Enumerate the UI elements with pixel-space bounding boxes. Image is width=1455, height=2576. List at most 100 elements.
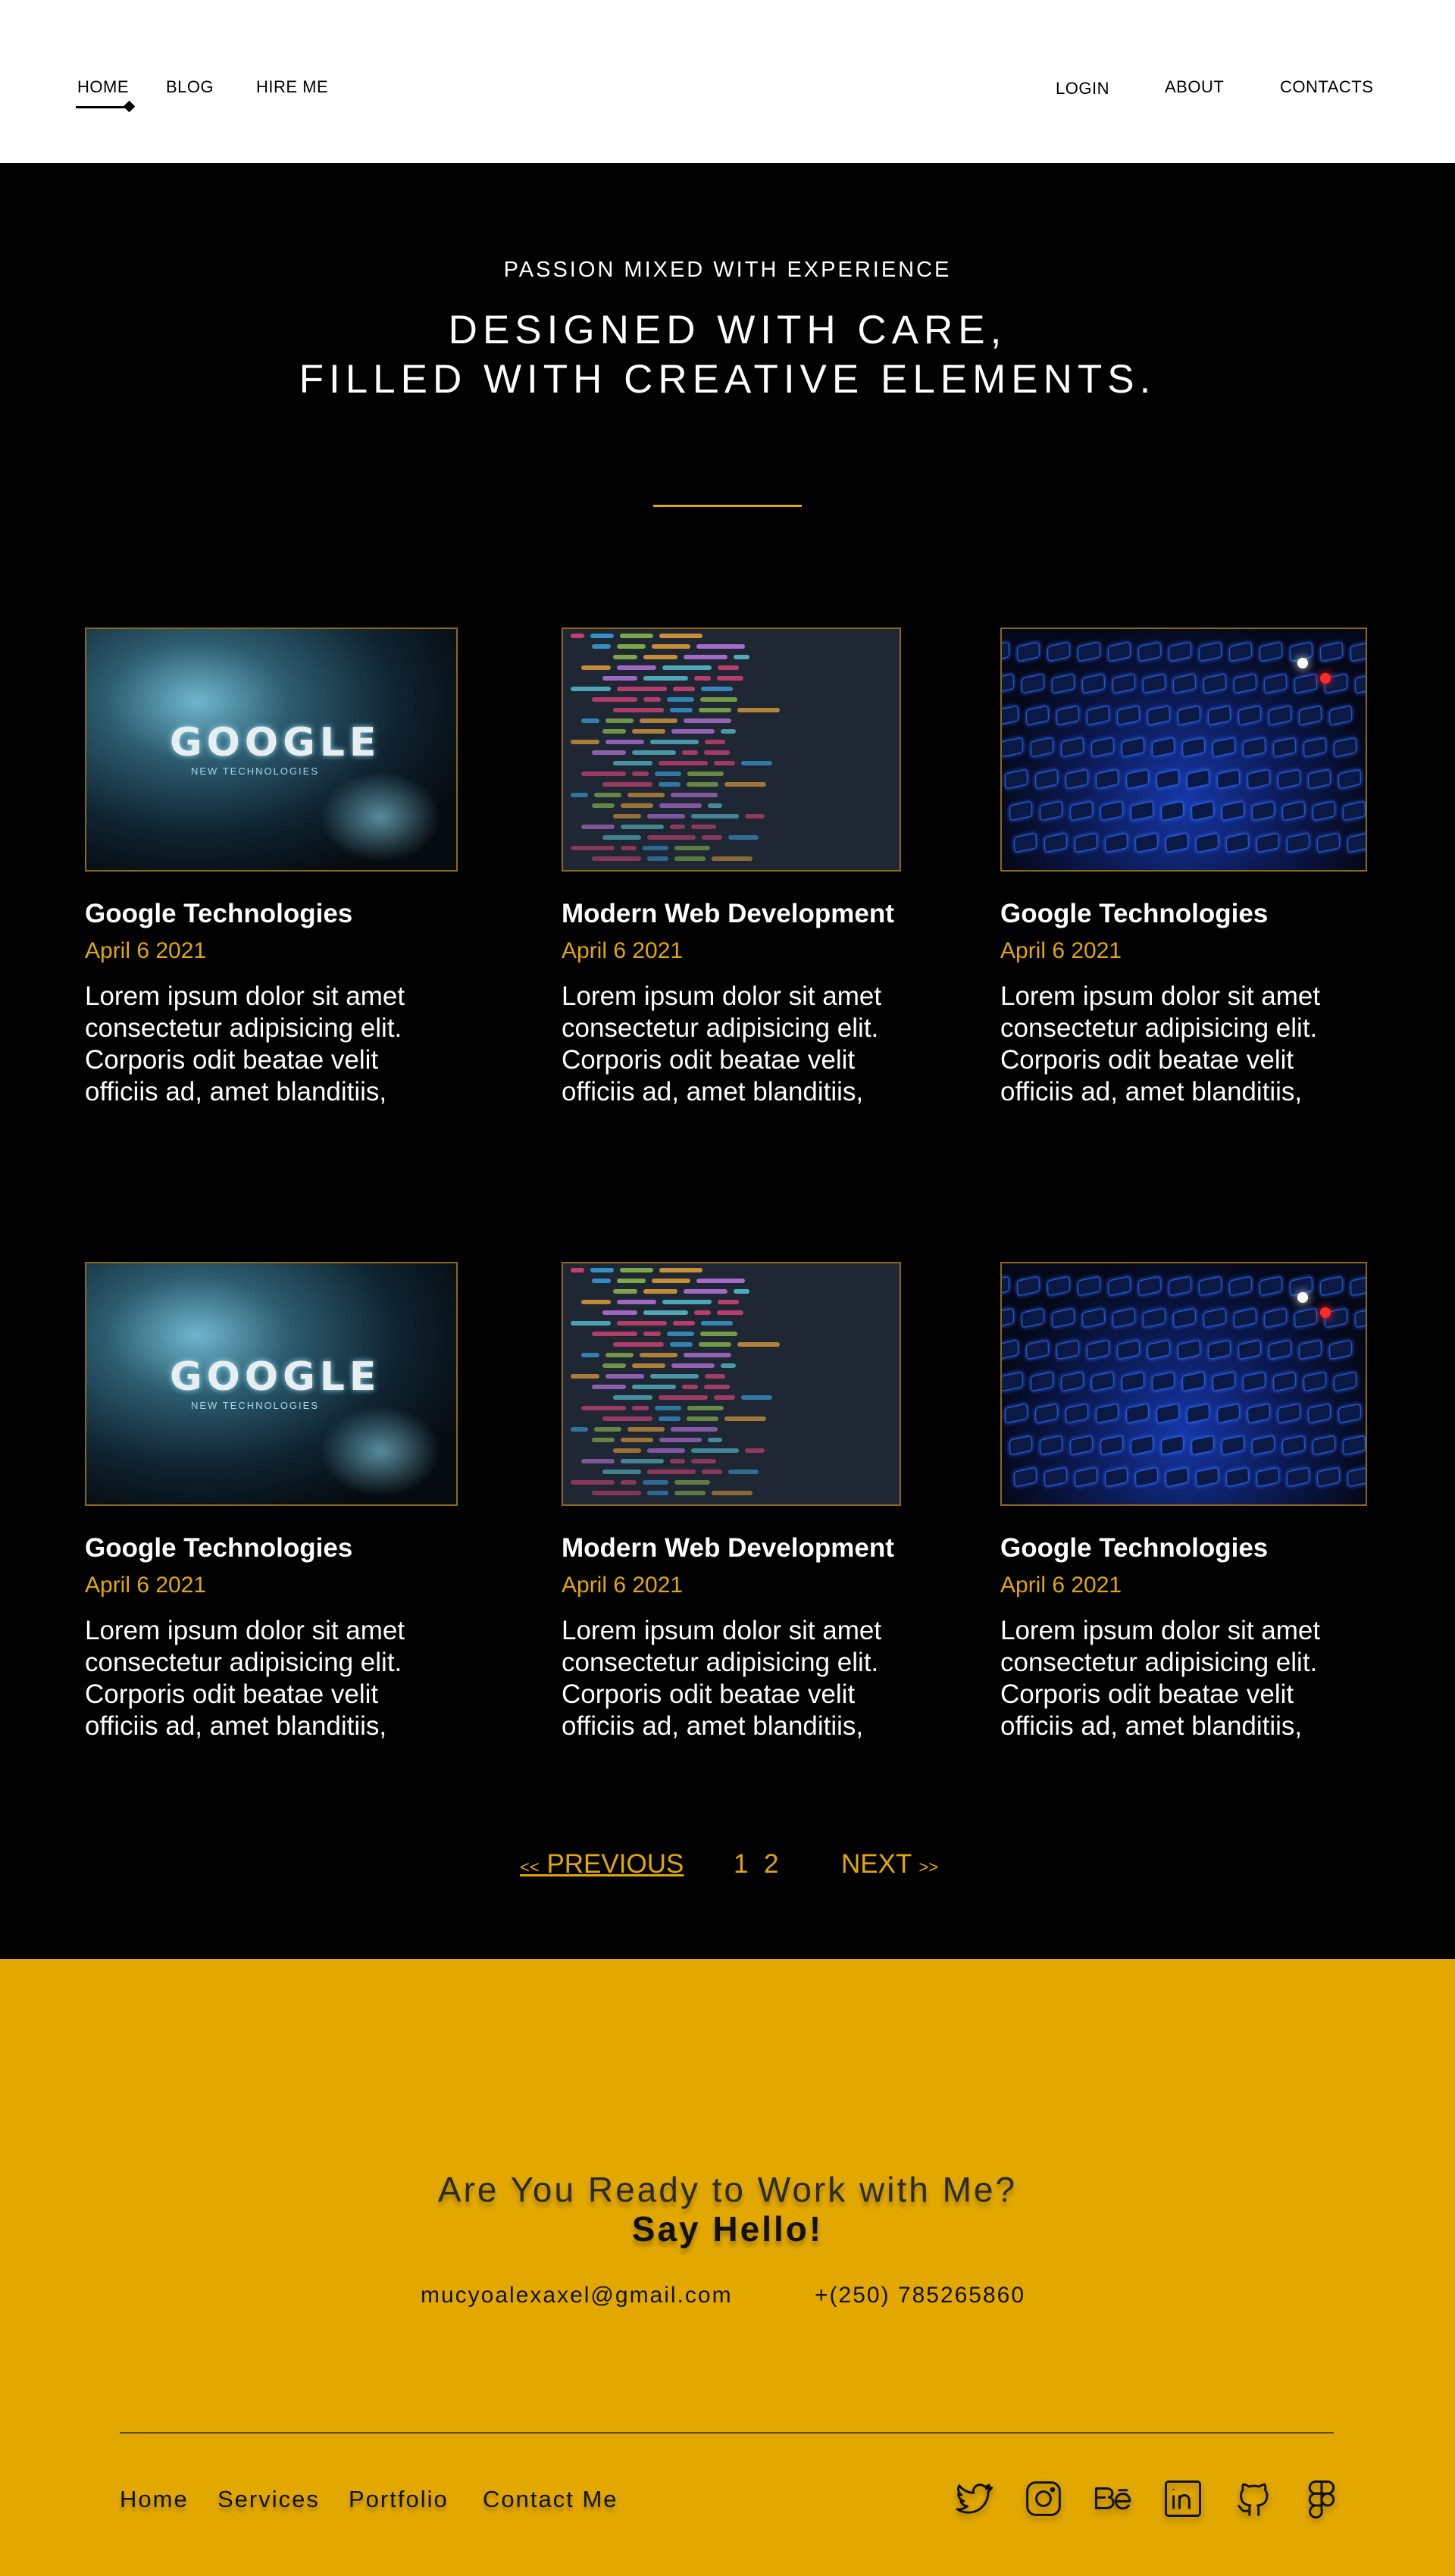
keyboard-key [1004, 1403, 1028, 1424]
blog-card[interactable]: Modern Web Development April 6 2021 Lore… [562, 628, 940, 1108]
code-token [708, 1438, 722, 1442]
keyboard-key [1268, 705, 1292, 726]
footer-link-home[interactable]: Home [120, 2486, 189, 2513]
keyboard-key [1095, 1403, 1119, 1424]
post-image-keyboard[interactable] [1000, 628, 1367, 872]
code-token [684, 1289, 728, 1294]
page-1-link[interactable]: 1 [734, 1849, 748, 1880]
keyboard-key [1065, 1403, 1089, 1424]
instagram-icon[interactable] [1023, 2478, 1064, 2519]
keyboard-key [1056, 705, 1080, 726]
twitter-icon[interactable] [953, 2478, 993, 2519]
keyboard-key [1134, 832, 1159, 853]
post-title[interactable]: Google Technologies [85, 899, 464, 929]
nav-blog-link[interactable]: BLOG [166, 77, 214, 97]
code-token [674, 1480, 710, 1485]
google-logo-text: GOOGLE [170, 1354, 381, 1400]
code-token [670, 1342, 693, 1347]
post-image-code[interactable] [562, 628, 901, 872]
blog-card[interactable]: Google Technologies April 6 2021 Lorem i… [1000, 628, 1379, 1108]
nav-home-link[interactable]: HOME [77, 77, 129, 97]
code-token [741, 761, 772, 765]
keyboard-key [1160, 1435, 1184, 1456]
code-token [592, 1279, 611, 1283]
keyboard-key [1191, 1435, 1215, 1456]
blog-card[interactable]: GOOGLE NEW TECHNOLOGIES Google Technolog… [85, 628, 464, 1108]
nav-contacts-link[interactable]: CONTACTS [1280, 77, 1373, 97]
new-technologies-text: NEW TECHNOLOGIES [191, 1400, 320, 1411]
keyboard-key [1251, 800, 1275, 822]
footer-email[interactable]: mucyoalexaxel@gmail.com [421, 2283, 733, 2308]
footer-link-services[interactable]: Services [217, 2486, 320, 2513]
next-page-link[interactable]: NEXT >> [841, 1849, 938, 1880]
nav-about-link[interactable]: ABOUT [1165, 77, 1224, 97]
code-token [602, 1416, 652, 1421]
code-token [717, 676, 743, 681]
keyboard-key [1086, 705, 1110, 726]
code-token [724, 1416, 766, 1421]
keyboard-key [1077, 1275, 1101, 1297]
footer-link-contact-me[interactable]: Contact Me [483, 2486, 618, 2513]
post-image-keyboard[interactable] [1000, 1262, 1367, 1506]
code-token [640, 1353, 677, 1357]
blog-card[interactable]: Modern Web Development April 6 2021 Lore… [562, 1262, 940, 1742]
hero-headline: DESIGNED WITH CARE, FILLED WITH CREATIVE… [0, 305, 1455, 404]
post-title[interactable]: Modern Web Development [562, 1533, 940, 1563]
blog-card[interactable]: GOOGLE NEW TECHNOLOGIES Google Technolog… [85, 1262, 464, 1742]
post-title[interactable]: Google Technologies [85, 1533, 464, 1563]
code-token [687, 782, 718, 787]
code-token [684, 655, 728, 659]
code-token [647, 856, 668, 861]
code-token [745, 1448, 765, 1453]
keyboard-key [1051, 1307, 1075, 1329]
code-token [632, 1363, 665, 1368]
keyboard-key [1044, 832, 1068, 853]
keyboard-key [1112, 673, 1136, 694]
keyboard-key [1069, 1435, 1094, 1456]
keyboard-key [1074, 832, 1098, 853]
code-token [613, 1448, 641, 1453]
keyboard-key [1177, 705, 1201, 726]
page-2-link[interactable]: 2 [764, 1849, 778, 1880]
code-token [655, 1406, 681, 1410]
code-token [647, 1491, 668, 1495]
keyboard-key [1034, 1403, 1059, 1424]
footer-phone[interactable]: +(250) 785265860 [815, 2283, 1025, 2308]
code-token [659, 803, 702, 808]
post-image-google[interactable]: GOOGLE NEW TECHNOLOGIES [85, 1262, 458, 1506]
keyboard-key [1238, 1339, 1262, 1360]
linkedin-icon[interactable] [1162, 2478, 1203, 2519]
post-image-code[interactable] [562, 1262, 901, 1506]
keyboard-key [1002, 641, 1010, 662]
figma-icon[interactable] [1301, 2478, 1342, 2519]
previous-page-link[interactable]: << PREVIOUS [520, 1849, 684, 1880]
github-icon[interactable] [1233, 2478, 1274, 2519]
nav-login-link[interactable]: LOGIN [1056, 79, 1109, 99]
headline-line-1: DESIGNED WITH CARE, [448, 308, 1007, 352]
nav-hire-me-link[interactable]: HIRE ME [256, 77, 328, 97]
post-image-google[interactable]: GOOGLE NEW TECHNOLOGIES [85, 628, 458, 872]
keyboard-key [1298, 1339, 1322, 1360]
code-token [571, 793, 588, 797]
code-token [643, 697, 661, 702]
post-title[interactable]: Modern Web Development [562, 899, 940, 929]
post-excerpt: Lorem ipsum dolor sit amet consectetur a… [1000, 1616, 1321, 1741]
code-token [571, 687, 611, 691]
footer-link-portfolio[interactable]: Portfolio [349, 2486, 449, 2513]
keyboard-key [1177, 1339, 1201, 1360]
keyboard-key [1294, 1307, 1318, 1329]
post-date: April 6 2021 [1000, 1573, 1122, 1598]
code-token [662, 1300, 712, 1304]
behance-icon[interactable] [1093, 2478, 1134, 2519]
post-title[interactable]: Google Technologies [1000, 1533, 1379, 1563]
code-token [718, 665, 739, 670]
blog-card[interactable]: Google Technologies April 6 2021 Lorem i… [1000, 1262, 1379, 1742]
keyboard-key [1256, 832, 1280, 853]
keyboard-key [1228, 641, 1253, 662]
code-token [647, 835, 696, 840]
keyboard-key [1350, 641, 1366, 662]
code-token [721, 1363, 736, 1368]
keyboard-key [1137, 641, 1162, 662]
code-token [617, 1300, 656, 1304]
post-title[interactable]: Google Technologies [1000, 899, 1379, 929]
